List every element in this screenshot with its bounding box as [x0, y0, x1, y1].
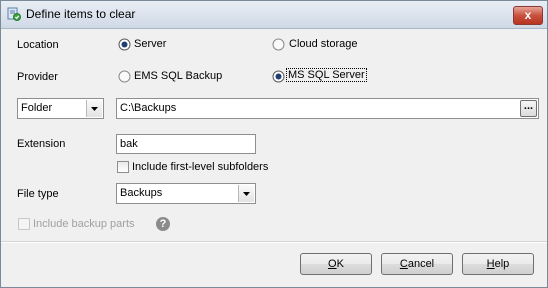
dialog-window: Define items to clear x Location Server …: [0, 0, 548, 288]
file-type-label: File type: [17, 188, 59, 200]
source-type-combobox[interactable]: Folder: [17, 98, 104, 119]
file-type-dropdown-button[interactable]: [238, 185, 254, 202]
file-type-combobox[interactable]: Backups: [116, 183, 256, 204]
help-button[interactable]: Help: [462, 253, 534, 275]
help-label-rest: elp: [494, 258, 510, 270]
cancel-mnemonic: C: [399, 258, 408, 270]
extension-value: bak: [120, 138, 138, 150]
help-icon[interactable]: ?: [156, 217, 170, 231]
title-bar[interactable]: Define items to clear x: [1, 1, 547, 29]
path-value: C:\Backups: [120, 102, 177, 114]
file-type-value: Backups: [120, 187, 163, 199]
provider-label: Provider: [17, 71, 58, 83]
extension-label: Extension: [17, 138, 66, 150]
provider-mssql-label[interactable]: MS SQL Server: [286, 68, 367, 82]
provider-ems-label[interactable]: EMS SQL Backup: [134, 70, 222, 82]
chevron-down-icon: [243, 192, 250, 196]
window-title: Define items to clear: [26, 7, 136, 21]
help-mnemonic: H: [486, 258, 495, 270]
ok-label-rest: K: [336, 258, 344, 270]
subfolders-checkbox[interactable]: [117, 161, 129, 173]
backup-parts-checkbox[interactable]: [18, 218, 30, 230]
ok-mnemonic: O: [328, 258, 337, 270]
subfolders-label[interactable]: Include first-level subfolders: [132, 161, 268, 173]
close-button[interactable]: x: [513, 6, 543, 25]
clear-items-icon: [7, 7, 21, 21]
location-server-radio[interactable]: [118, 38, 131, 51]
cancel-label-rest: ancel: [407, 258, 435, 270]
extension-input[interactable]: bak: [116, 134, 256, 154]
provider-mssql-radio[interactable]: [272, 70, 285, 83]
source-type-dropdown-button[interactable]: [86, 100, 102, 117]
path-input[interactable]: C:\Backups ...: [116, 98, 539, 119]
cancel-button[interactable]: Cancel: [381, 253, 453, 275]
provider-ems-radio[interactable]: [118, 70, 131, 83]
location-cloud-label[interactable]: Cloud storage: [289, 38, 358, 50]
location-server-label[interactable]: Server: [134, 38, 166, 50]
button-separator: [1, 241, 547, 243]
backup-parts-label[interactable]: Include backup parts: [33, 218, 135, 230]
chevron-down-icon: [91, 107, 98, 111]
location-label: Location: [17, 39, 59, 51]
ok-button[interactable]: OK: [300, 253, 372, 275]
browse-button[interactable]: ...: [520, 100, 537, 117]
location-cloud-radio[interactable]: [272, 38, 285, 51]
source-type-value: Folder: [21, 102, 53, 114]
